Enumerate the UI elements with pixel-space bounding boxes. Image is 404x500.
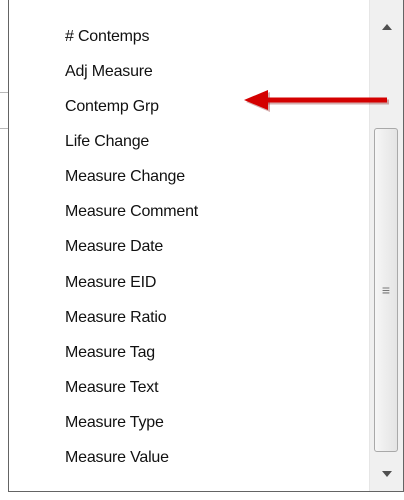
scroll-up-button[interactable] (370, 10, 403, 44)
list-item[interactable]: Measure Type (65, 408, 164, 438)
list-item[interactable]: Adj Measure (65, 57, 153, 87)
red-arrow-annotation-icon (244, 90, 389, 112)
list-item[interactable]: # Contemps (65, 22, 149, 52)
list-item[interactable]: Measure Value (65, 443, 169, 473)
background-line (0, 128, 8, 129)
dropdown-list-popup[interactable]: # Contemps Adj Measure Contemp Grp Life … (8, 0, 404, 492)
scroll-down-button[interactable] (370, 457, 403, 491)
triangle-up-icon (381, 24, 392, 30)
list-item[interactable]: Measure Comment (65, 197, 198, 227)
list-item[interactable]: Measure Tag (65, 338, 155, 368)
scroll-thumb[interactable]: ≡ (374, 128, 398, 452)
list-item[interactable]: Measure EID (65, 268, 156, 298)
list-item[interactable]: Measure Change (65, 162, 185, 192)
triangle-down-icon (381, 471, 392, 477)
list-item[interactable]: Contemp Grp (65, 92, 159, 122)
dropdown-options: # Contemps Adj Measure Contemp Grp Life … (9, 0, 369, 491)
list-item[interactable]: Life Change (65, 127, 149, 157)
grip-lines-icon: ≡ (381, 282, 391, 298)
list-item[interactable]: Measure Ratio (65, 303, 167, 333)
screenshot-stage: # Contemps Adj Measure Contemp Grp Life … (0, 0, 404, 500)
list-item[interactable]: Measure Text (65, 373, 159, 403)
vertical-scrollbar[interactable]: ≡ (369, 0, 403, 491)
background-line (0, 92, 8, 93)
list-item[interactable]: Measure Date (65, 232, 163, 262)
